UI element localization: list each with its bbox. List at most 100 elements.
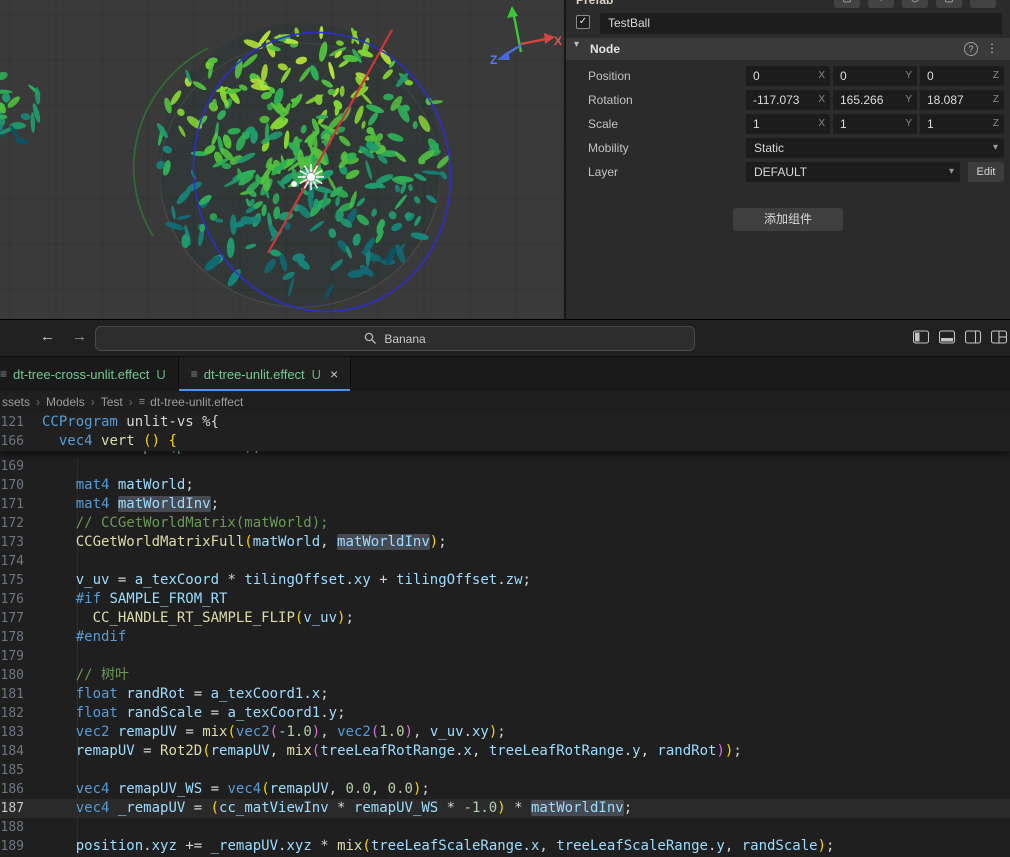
code-line[interactable]: 168 CCVertInput(position); xyxy=(0,451,1010,457)
node-name-input[interactable]: TestBall xyxy=(600,13,1002,34)
code-line[interactable]: 169 xyxy=(0,457,1010,476)
layout-sidebar-right-icon[interactable] xyxy=(965,330,982,345)
layout-sidebar-left-icon[interactable] xyxy=(913,330,930,345)
line-number: 182 xyxy=(0,706,24,721)
line-number: 180 xyxy=(0,668,24,683)
code-line[interactable]: 176 #if SAMPLE_FROM_RT xyxy=(0,590,1010,609)
tab-dt-tree-cross-unlit.effect[interactable]: ≡ dt-tree-cross-unlit.effect U xyxy=(0,357,179,391)
code-line[interactable]: 121 CCProgram unlit-vs %{ xyxy=(0,413,1010,432)
node-active-checkbox[interactable]: ✓ xyxy=(576,15,590,29)
back-arrow-icon[interactable]: ← xyxy=(40,328,55,345)
code-line[interactable]: 175 v_uv = a_texCoord * tilingOffset.xy … xyxy=(0,571,1010,590)
line-number: 172 xyxy=(0,516,24,531)
node-name-row: ✓ TestBall xyxy=(574,12,1002,34)
check-icon: ✓ xyxy=(578,16,588,27)
line-number: 170 xyxy=(0,478,24,493)
forward-arrow-icon[interactable]: → xyxy=(72,328,87,345)
axis-label: Z xyxy=(992,94,999,105)
code-line[interactable]: 174 xyxy=(0,552,1010,571)
code-editor[interactable]: 169 170 mat4 matWorld; 171 mat4 matWorldIn… xyxy=(0,413,1010,857)
property-label: Scale xyxy=(588,117,619,131)
layout-customize-icon[interactable] xyxy=(991,330,1008,345)
mobility-select[interactable]: Static ▾ xyxy=(746,138,1004,158)
rotation-z-field[interactable]: 18.087 Z xyxy=(920,90,1004,110)
position-x-field[interactable]: 0X xyxy=(746,66,830,86)
position-y-field[interactable]: 0Y xyxy=(833,66,917,86)
scale-x-field[interactable]: 1X xyxy=(746,114,830,134)
line-number: 169 xyxy=(0,459,24,474)
code-line[interactable]: 173 CCGetWorldMatrixFull(matWorld, matWo… xyxy=(0,533,1010,552)
code-line[interactable]: 186 vec4 remapUV_WS = vec4(remapUV, 0.0,… xyxy=(0,780,1010,799)
field-value: 165.266 xyxy=(840,93,884,107)
file-icon: ≡ xyxy=(138,396,146,408)
line-number: 121 xyxy=(0,415,24,430)
breadcrumb: ssets › Models › Test › ≡ dt-tree-unlit.effect xyxy=(0,391,1010,413)
code-line[interactable]: 178 #endif xyxy=(0,628,1010,647)
code-line[interactable]: 170 mat4 matWorld; xyxy=(0,476,1010,495)
code-line[interactable]: 189 position.xyz += _remapUV.xyz * mix(t… xyxy=(0,837,1010,856)
code-line[interactable]: 187 vec4 _remapUV = (cc_matViewInv * rem… xyxy=(0,799,1010,818)
prefab-button-3[interactable]: ◎ xyxy=(902,0,928,8)
code-line[interactable]: 182 float randScale = a_texCoord1.y; xyxy=(0,704,1010,723)
breadcrumb-item[interactable]: Test xyxy=(101,395,123,409)
prefab-button-5[interactable]: ⋯ xyxy=(970,0,996,8)
layer-select[interactable]: DEFAULT ▾ xyxy=(746,162,960,182)
axis-label: Y xyxy=(905,70,912,81)
code-line[interactable]: 179 xyxy=(0,647,1010,666)
code-line[interactable]: 185 xyxy=(0,761,1010,780)
breadcrumb-item[interactable]: Models xyxy=(46,395,85,409)
line-number: 186 xyxy=(0,782,24,797)
code-line[interactable]: 180 // 树叶 xyxy=(0,666,1010,685)
line-number: 183 xyxy=(0,725,24,740)
line-number: 174 xyxy=(0,554,24,569)
prefab-button-4[interactable]: ▢ xyxy=(936,0,962,8)
kebab-menu-icon[interactable]: ⋮ xyxy=(986,41,998,55)
sticky-scroll: 121 CCProgram unlit-vs %{166 vec4 vert ()… xyxy=(0,413,1010,451)
code-line[interactable]: 177 CC_HANDLE_RT_SAMPLE_FLIP(v_uv); xyxy=(0,609,1010,628)
git-status-badge: U xyxy=(156,366,166,382)
line-number: 173 xyxy=(0,535,24,550)
scale-z-field[interactable]: 1Z xyxy=(920,114,1004,134)
scene-viewport[interactable]: X Z xyxy=(0,0,564,319)
title-bar: ← → Banana xyxy=(0,319,1010,357)
code-line[interactable]: 183 vec2 remapUV = mix(vec2(-1.0), vec2(… xyxy=(0,723,1010,742)
help-icon[interactable]: ? xyxy=(964,42,978,56)
position-z-field[interactable]: 0Z xyxy=(920,66,1004,86)
breadcrumb-file[interactable]: dt-tree-unlit.effect xyxy=(150,395,243,409)
code-line[interactable]: 171 mat4 matWorldInv; xyxy=(0,495,1010,514)
prefab-buttons: ▢ ↺ ◎ ▢ ⋯ xyxy=(834,0,996,8)
code-line[interactable]: 172 // CCGetWorldMatrix(matWorld); xyxy=(0,514,1010,533)
close-icon[interactable]: × xyxy=(330,366,338,382)
row-mobility: Mobility Static ▾ xyxy=(566,136,1010,160)
line-number: 166 xyxy=(0,434,24,449)
breadcrumb-item[interactable]: ssets xyxy=(2,395,30,409)
chevron-down-icon: ▾ xyxy=(574,39,580,50)
command-center[interactable]: Banana xyxy=(95,326,695,351)
axis-label: Z xyxy=(992,118,999,129)
axis-label: Z xyxy=(992,70,999,81)
layout-panel-icon[interactable] xyxy=(939,330,956,345)
layer-edit-button[interactable]: Edit xyxy=(968,162,1004,182)
chevron-down-icon: ▾ xyxy=(992,142,998,153)
add-component-button[interactable]: 添加组件 xyxy=(733,208,843,231)
code-line[interactable]: 184 remapUV = Rot2D(remapUV, mix(treeLea… xyxy=(0,742,1010,761)
code-line[interactable]: 188 xyxy=(0,818,1010,837)
gizmo-z-label: Z xyxy=(490,53,497,67)
search-icon xyxy=(365,332,377,344)
rotation-x-field[interactable]: -117.073 X xyxy=(746,90,830,110)
rotation-y-field[interactable]: 165.266 Y xyxy=(833,90,917,110)
scale-y-field[interactable]: 1Y xyxy=(833,114,917,134)
prefab-button-1[interactable]: ▢ xyxy=(834,0,860,8)
file-icon: ≡ xyxy=(0,367,8,381)
chevron-down-icon: ▾ xyxy=(948,166,954,177)
chevron-right-icon: › xyxy=(36,395,41,409)
node-section-header[interactable]: ▾ Node ? ⋮ xyxy=(566,38,1010,60)
prefab-button-2[interactable]: ↺ xyxy=(868,0,894,8)
code-line[interactable]: 166 vec4 vert () { xyxy=(0,432,1010,451)
white-dot xyxy=(291,181,297,187)
chevron-right-icon: › xyxy=(90,395,95,409)
tab-dt-tree-unlit.effect[interactable]: ≡ dt-tree-unlit.effect U × xyxy=(178,357,352,391)
line-number: 181 xyxy=(0,687,24,702)
code-line[interactable]: 181 float randRot = a_texCoord1.x; xyxy=(0,685,1010,704)
axis-label: Y xyxy=(905,118,912,129)
